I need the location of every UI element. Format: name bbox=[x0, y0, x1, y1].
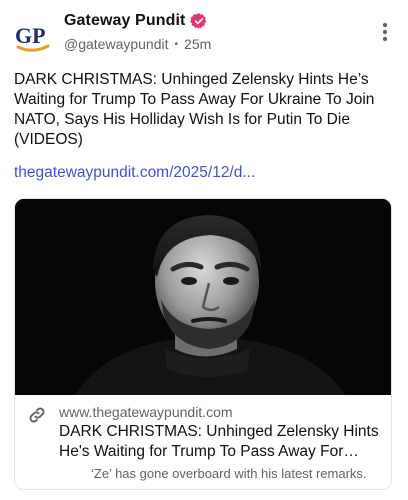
link-preview-title: DARK CHRISTMAS: Unhinged Zelensky Hints … bbox=[59, 423, 379, 460]
link-preview-body[interactable]: www.thegatewaypundit.com DARK CHRISTMAS:… bbox=[15, 395, 391, 489]
link-preview-description: ‘Ze’ has gone overboard with his latest … bbox=[91, 466, 367, 481]
gateway-pundit-logo-icon: GP bbox=[14, 18, 52, 56]
post-body-text: DARK CHRISTMAS: Unhinged Zelensky Hints … bbox=[14, 71, 375, 148]
meta-separator: • bbox=[174, 38, 179, 50]
verified-badge-icon bbox=[190, 12, 208, 30]
link-preview-image[interactable] bbox=[15, 199, 391, 395]
post-link[interactable]: thegatewaypundit.com/2025/12/d... bbox=[14, 164, 255, 182]
post-timestamp[interactable]: 25m bbox=[184, 36, 211, 52]
link-icon bbox=[27, 405, 47, 425]
avatar-text: GP bbox=[15, 23, 46, 48]
link-preview-domain: www.thegatewaypundit.com bbox=[59, 404, 233, 420]
avatar[interactable]: GP bbox=[14, 18, 52, 56]
author-handle[interactable]: @gatewaypundit bbox=[64, 36, 169, 52]
author-meta: @gatewaypundit • 25m bbox=[64, 36, 211, 52]
more-vertical-icon[interactable] bbox=[382, 22, 388, 42]
author-name-row: Gateway Pundit bbox=[64, 12, 208, 30]
post-header: GP Gateway Pundit @gatewaypundit • 25m bbox=[0, 0, 408, 64]
author-name[interactable]: Gateway Pundit bbox=[64, 12, 185, 30]
link-preview-card[interactable]: www.thegatewaypundit.com DARK CHRISTMAS:… bbox=[14, 198, 392, 490]
